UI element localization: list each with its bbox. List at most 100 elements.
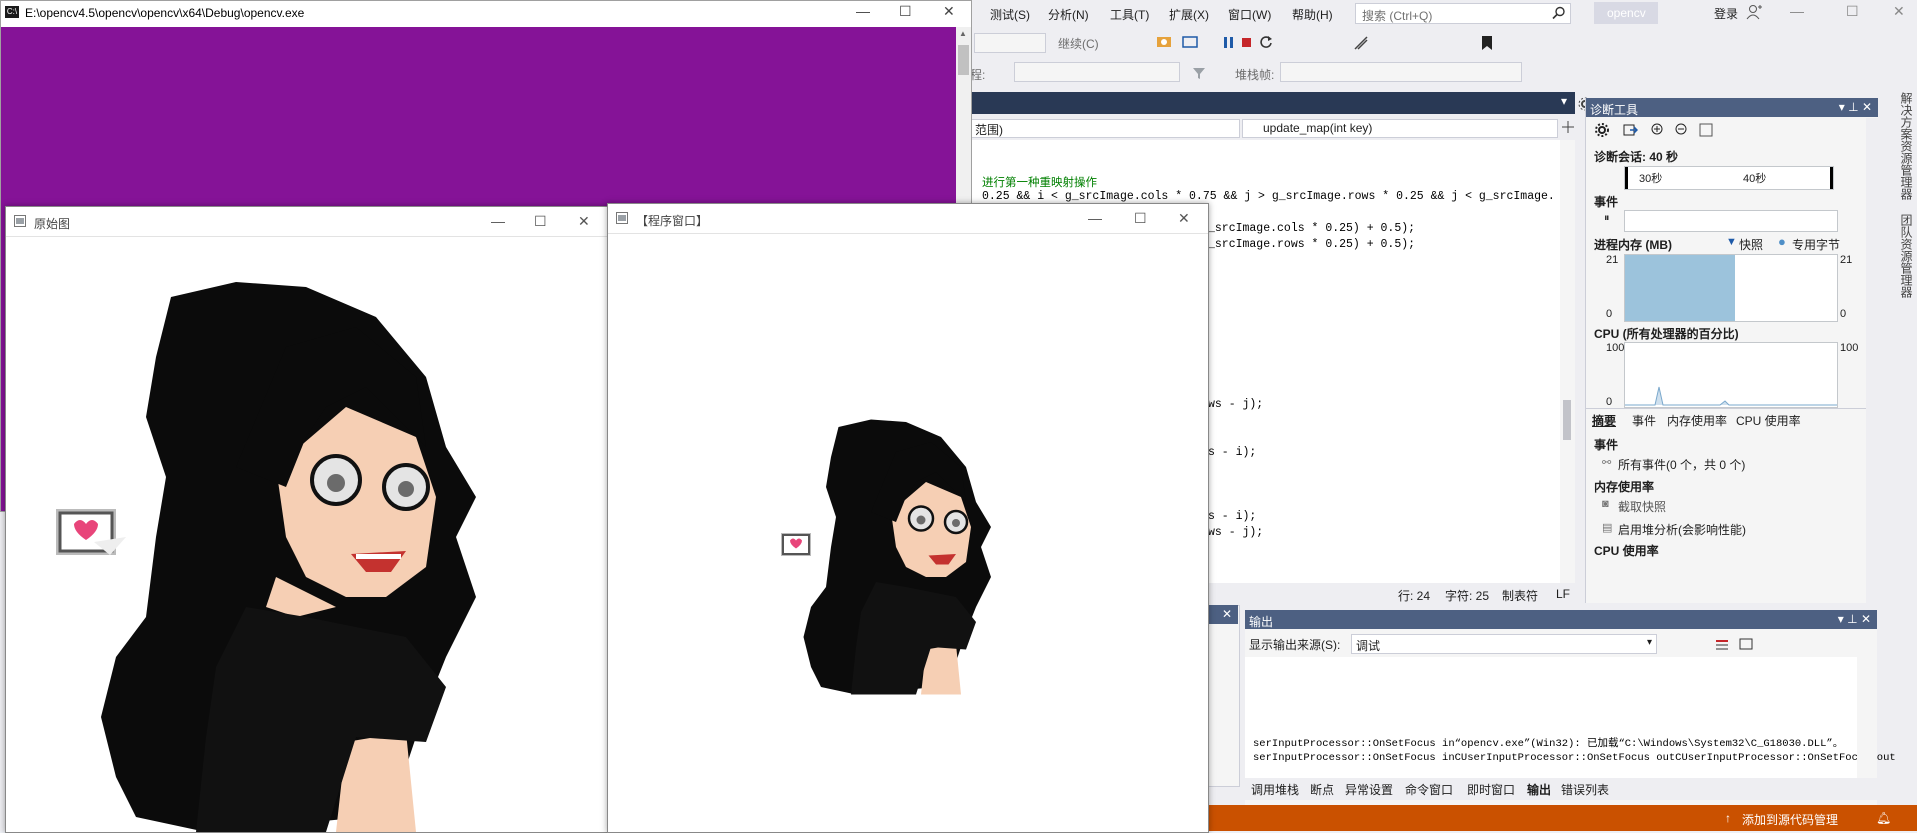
events-section-label: 事件 — [1594, 195, 1619, 209]
menu-analyze[interactable]: 分析(N) — [1048, 6, 1089, 23]
tab-summary[interactable]: 摘要 — [1592, 412, 1616, 429]
girl-portrait-image — [6, 237, 610, 832]
account-icon[interactable] — [1746, 4, 1762, 20]
stackframe-combo[interactable] — [1280, 62, 1522, 82]
export-icon[interactable] — [1622, 122, 1638, 138]
menu-tools[interactable]: 工具(T) — [1110, 6, 1149, 23]
output-close-icon[interactable]: ▾ ⊥ ✕ — [1838, 612, 1871, 626]
process-combo[interactable] — [1014, 62, 1180, 82]
output-title: 输出 — [1249, 615, 1274, 629]
console-close-icon[interactable]: ✕ — [943, 3, 955, 20]
code-line: _srcImage.rows * 0.25) + 0.5); — [1208, 238, 1416, 251]
console-scroll-thumb[interactable] — [958, 45, 969, 75]
cpu-chart[interactable] — [1624, 342, 1838, 408]
team-explorer-tab[interactable]: 团队资源管理器 — [1898, 214, 1915, 298]
status-eol: LF — [1556, 587, 1571, 601]
vs-minimize-icon[interactable]: — — [1790, 3, 1804, 19]
scroll-thumb[interactable] — [1563, 400, 1571, 440]
cpu-line — [1625, 386, 1837, 406]
menu-extensions[interactable]: 扩展(X) — [1169, 6, 1209, 23]
menu-window[interactable]: 窗口(W) — [1228, 6, 1271, 23]
code-line: ws - j); — [1208, 526, 1264, 539]
output-source-combo[interactable]: 调试 ▾ — [1351, 634, 1657, 654]
process-label: 程: — [970, 68, 986, 82]
reset-zoom-icon[interactable] — [1698, 122, 1714, 138]
output-title-bar: 输出 ▾ ⊥ ✕ — [1245, 610, 1877, 629]
tab-overflow-icon[interactable]: ▾ — [1561, 94, 1567, 108]
pause-icon[interactable] — [1223, 36, 1235, 50]
vs-close-icon[interactable]: ✕ — [1893, 3, 1905, 20]
camera-icon: ◙ — [1602, 498, 1609, 510]
function-combo[interactable]: update_map(int key) — [1242, 119, 1558, 138]
pause-events-icon[interactable]: ⏸ — [1604, 212, 1610, 225]
editor-scrollbar[interactable] — [1560, 140, 1575, 583]
login-button[interactable]: 登录 — [1714, 5, 1738, 22]
config-combo[interactable] — [974, 33, 1046, 53]
continue-button[interactable]: 继续(C) — [1058, 35, 1099, 52]
output-source-value: 调试 — [1356, 639, 1381, 653]
clear-all-icon[interactable] — [1715, 637, 1729, 651]
bookmark-icon[interactable] — [1480, 35, 1494, 51]
output-scrollbar[interactable] — [1857, 657, 1877, 778]
selection-start[interactable] — [1625, 167, 1628, 189]
source-control-arrow-icon[interactable]: ↑ — [1725, 811, 1731, 825]
maximize-icon[interactable]: ☐ — [534, 213, 547, 230]
restart-icon[interactable] — [1259, 35, 1273, 49]
tab-events[interactable]: 事件 — [1632, 412, 1656, 429]
menu-help[interactable]: 帮助(H) — [1292, 6, 1333, 23]
diag-scrollbar[interactable] — [1866, 118, 1878, 603]
memory-chart[interactable] — [1624, 254, 1838, 322]
close-icon[interactable]: ✕ — [1178, 210, 1190, 227]
snapshot-legend: 快照 — [1739, 238, 1764, 252]
private-bytes-dot-icon: ● — [1778, 234, 1786, 249]
minimize-icon[interactable]: — — [1088, 210, 1102, 226]
heap-analysis-button[interactable]: 启用堆分析(会影响性能) — [1618, 521, 1746, 538]
find-icon[interactable] — [1156, 35, 1172, 49]
mem-axis-min-right: 0 — [1840, 308, 1847, 320]
output-text-area[interactable]: serInputProcessor::OnSetFocus in“opencv.… — [1245, 657, 1896, 778]
zoom-in-icon[interactable] — [1650, 122, 1666, 138]
tab-cpu-usage[interactable]: CPU 使用率 — [1736, 412, 1801, 429]
timeline-ruler[interactable]: 30秒 40秒 — [1624, 166, 1834, 190]
scope-combo[interactable]: 范围) — [970, 119, 1240, 138]
tab-output[interactable]: 输出 — [1527, 781, 1551, 798]
stop-icon[interactable] — [1241, 37, 1253, 49]
screen-icon[interactable] — [1182, 35, 1198, 49]
code-line: 0.25 && i < g_srcImage.cols * 0.75 && j … — [982, 190, 1555, 203]
thread-icon[interactable] — [1353, 35, 1369, 51]
solution-explorer-tab[interactable]: 解决方案资源管理器 — [1898, 92, 1915, 200]
close-icon[interactable]: ✕ — [578, 213, 590, 230]
tab-command-window[interactable]: 命令窗口 — [1405, 781, 1453, 798]
events-link-icon: ⚯ — [1602, 457, 1612, 469]
memory-section-label: 进程内存 (MB) — [1594, 238, 1672, 252]
notification-bell-icon[interactable]: 🔔︎ — [1876, 811, 1891, 825]
word-wrap-icon[interactable] — [1739, 637, 1753, 651]
maximize-icon[interactable]: ☐ — [1134, 210, 1147, 227]
collapsed-panel-close-icon[interactable]: ✕ — [1222, 607, 1232, 621]
original-image-window: 原始图 — ☐ ✕ — [5, 206, 611, 833]
tab-call-stack[interactable]: 调用堆栈 — [1251, 781, 1299, 798]
diag-close-icon[interactable]: ▾ ⊥ ✕ — [1839, 100, 1872, 114]
selection-end[interactable] — [1830, 167, 1833, 189]
status-tab: 制表符 — [1502, 589, 1539, 603]
filter-icon[interactable] — [1192, 66, 1206, 80]
vs-search-box[interactable]: 搜索 (Ctrl+Q) — [1355, 3, 1571, 24]
gear-icon[interactable] — [1594, 122, 1610, 138]
console-app-icon: C:\ — [5, 6, 19, 18]
tab-memory-usage[interactable]: 内存使用率 — [1667, 412, 1727, 429]
console-minimize-icon[interactable]: — — [856, 3, 870, 19]
tab-exception-settings[interactable]: 异常设置 — [1345, 781, 1393, 798]
console-maximize-icon[interactable]: ☐ — [899, 3, 912, 20]
add-to-source-control[interactable]: 添加到源代码管理 — [1742, 811, 1838, 828]
tab-breakpoints[interactable]: 断点 — [1310, 781, 1334, 798]
tab-immediate-window[interactable]: 即时窗口 — [1467, 781, 1515, 798]
zoom-out-icon[interactable] — [1674, 122, 1690, 138]
tab-error-list[interactable]: 错误列表 — [1561, 781, 1609, 798]
scroll-up-icon[interactable]: ▲ — [959, 29, 967, 38]
cpu-axis-max-right: 100 — [1840, 342, 1859, 354]
menu-test[interactable]: 测试(S) — [990, 6, 1030, 23]
split-icon[interactable] — [1561, 120, 1575, 134]
minimize-icon[interactable]: — — [491, 213, 505, 229]
vs-maximize-icon[interactable]: ☐ — [1846, 3, 1859, 20]
take-snapshot-button[interactable]: 截取快照 — [1618, 498, 1666, 515]
